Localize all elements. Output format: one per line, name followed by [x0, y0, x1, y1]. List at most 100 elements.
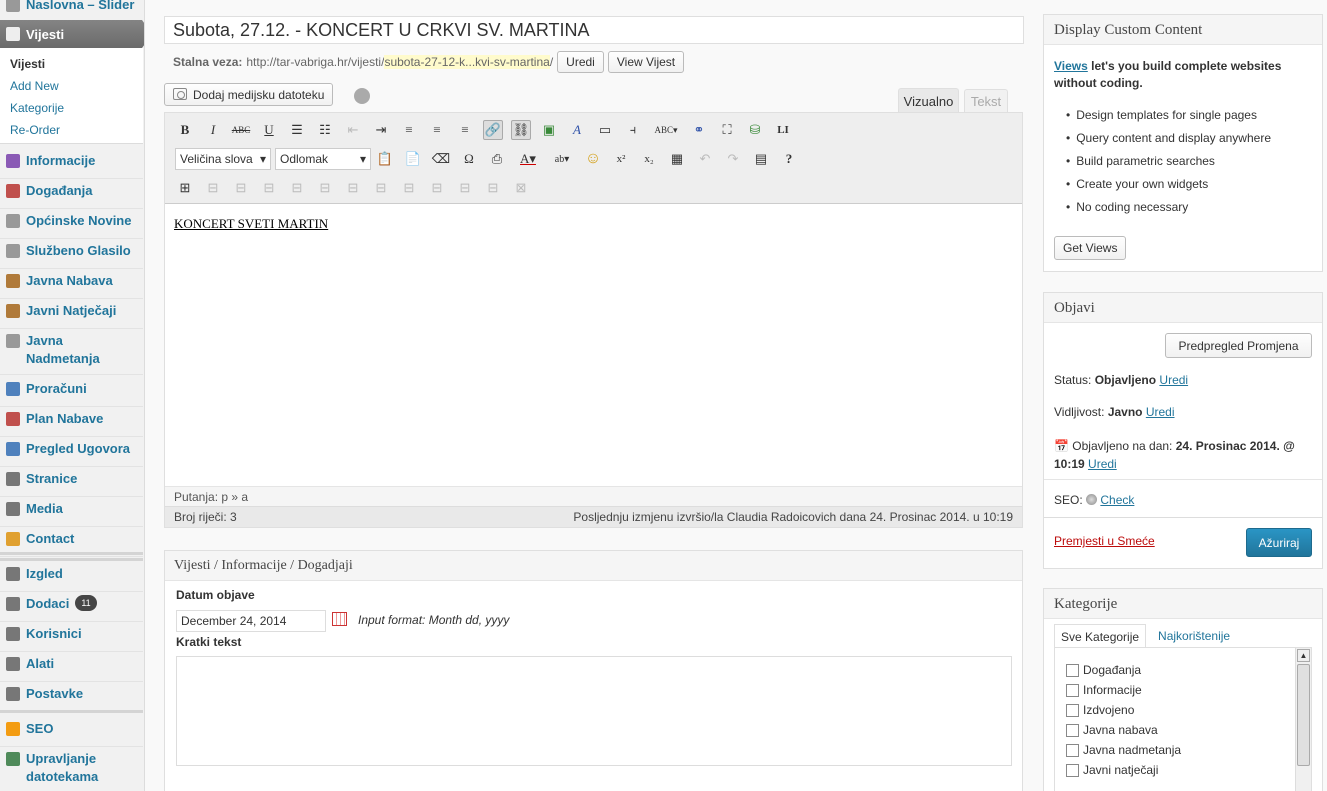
- edit-visibility-link[interactable]: Uredi: [1146, 405, 1175, 419]
- menu-item-naslovna-slider[interactable]: Naslovna – Slider: [0, 0, 143, 14]
- category-item[interactable]: Izdvojeno: [1066, 703, 1134, 717]
- tab-all-categories[interactable]: Sve Kategorije: [1054, 624, 1147, 648]
- submenu-item-add-new[interactable]: Add New: [10, 79, 59, 93]
- checkbox[interactable]: [1066, 683, 1079, 697]
- database-icon[interactable]: ⛁: [745, 120, 765, 140]
- delete-col-icon[interactable]: ⊟: [427, 178, 447, 198]
- font-size-select[interactable]: Veličina slova ▾: [175, 148, 271, 170]
- superscript-icon[interactable]: x²: [611, 149, 631, 169]
- menu-item-plan-nabave[interactable]: Plan Nabave: [0, 410, 143, 428]
- paste-text-icon[interactable]: 📋: [375, 149, 395, 169]
- delete-row-icon[interactable]: ⊟: [343, 178, 363, 198]
- highlight-icon[interactable]: ab▾: [549, 149, 575, 169]
- scrollbar-thumb[interactable]: [1297, 664, 1310, 766]
- menu-item-dodaci[interactable]: Dodaci 11: [0, 595, 143, 613]
- toolbar-toggle-icon[interactable]: ▤: [751, 149, 771, 169]
- cell-props-icon[interactable]: ⊟: [259, 178, 279, 198]
- col-before-icon[interactable]: ⊟: [371, 178, 391, 198]
- align-center-icon[interactable]: ≡: [427, 120, 447, 140]
- bullet-list-icon[interactable]: ☰: [287, 120, 307, 140]
- get-views-button[interactable]: Get Views: [1054, 236, 1127, 260]
- short-text-textarea[interactable]: [176, 656, 1012, 766]
- underline-icon[interactable]: U: [259, 120, 279, 140]
- edit-permalink-button[interactable]: Uredi: [557, 51, 604, 73]
- image-icon[interactable]: ▣: [539, 120, 559, 140]
- dcc-title[interactable]: Display Custom Content: [1044, 15, 1322, 45]
- tab-visual[interactable]: Vizualno: [898, 88, 959, 113]
- category-item[interactable]: Javni natječaji: [1066, 763, 1158, 777]
- row-after-icon[interactable]: ⊟: [315, 178, 335, 198]
- menu-item-postavke[interactable]: Postavke: [0, 685, 143, 703]
- categories-title[interactable]: Kategorije: [1044, 589, 1322, 619]
- add-media-button[interactable]: Dodaj medijsku datoteku: [164, 83, 334, 106]
- custom-fields-title[interactable]: Vijesti / Informacije / Dogadjaji: [165, 551, 1022, 581]
- hr-icon[interactable]: ▭: [595, 120, 615, 140]
- edit-status-link[interactable]: Uredi: [1159, 373, 1188, 387]
- emoticon-icon[interactable]: ☺: [583, 149, 603, 169]
- publish-title[interactable]: Objavi: [1044, 293, 1322, 323]
- category-item[interactable]: Informacije: [1066, 683, 1142, 697]
- row-props-icon[interactable]: ⊟: [231, 178, 251, 198]
- paste-word-icon[interactable]: 📄: [403, 149, 423, 169]
- table-props-icon[interactable]: ⊟: [203, 178, 223, 198]
- delete-table-icon[interactable]: ⊠: [511, 178, 531, 198]
- link-icon[interactable]: 🔗: [483, 120, 503, 140]
- checkbox[interactable]: [1066, 743, 1079, 757]
- move-to-trash-link[interactable]: Premjesti u Smeće: [1054, 534, 1155, 548]
- submenu-item-kategorije[interactable]: Kategorije: [10, 101, 64, 115]
- text-color-icon[interactable]: A▾: [515, 149, 541, 169]
- update-button[interactable]: Ažuriraj: [1246, 528, 1312, 557]
- menu-item-općinske-novine[interactable]: Općinske Novine: [0, 212, 143, 230]
- media-embed-icon[interactable]: ▦: [667, 149, 687, 169]
- menu-item-vijesti[interactable]: Vijesti: [0, 20, 144, 48]
- menu-item-upravljanje-datotekama[interactable]: Upravljanje datotekama: [0, 750, 143, 786]
- format-select[interactable]: Odlomak ▾: [275, 148, 371, 170]
- numbered-list-icon[interactable]: ☷: [315, 120, 335, 140]
- views-link[interactable]: Views: [1054, 59, 1088, 73]
- outdent-icon[interactable]: ⇤: [343, 120, 363, 140]
- print-icon[interactable]: ⎙: [487, 149, 507, 169]
- date-input[interactable]: December 24, 2014: [176, 610, 326, 632]
- menu-item-proračuni[interactable]: Proračuni: [0, 380, 143, 398]
- menu-item-javna-nabava[interactable]: Javna Nabava: [0, 272, 143, 290]
- menu-item-službeno-glasilo[interactable]: Službeno Glasilo: [0, 242, 143, 260]
- col-after-icon[interactable]: ⊟: [399, 178, 419, 198]
- editor-content-link[interactable]: KONCERT SVETI MARTIN: [174, 216, 328, 232]
- align-right-icon[interactable]: ≡: [455, 120, 475, 140]
- checkbox[interactable]: [1066, 663, 1079, 677]
- menu-item-stranice[interactable]: Stranice: [0, 470, 143, 488]
- checkbox[interactable]: [1066, 703, 1079, 717]
- merge-cells-icon[interactable]: ⊟: [483, 178, 503, 198]
- spellcheck-icon[interactable]: ABC▾: [651, 120, 681, 140]
- page-break-icon[interactable]: ⫞: [623, 120, 643, 140]
- menu-item-pregled-ugovora[interactable]: Pregled Ugovora: [0, 440, 143, 458]
- menu-item-contact[interactable]: Contact: [0, 530, 143, 548]
- permalink-slug[interactable]: subota-27-12-k...kvi-sv-martina: [384, 55, 550, 69]
- menu-item-događanja[interactable]: Događanja: [0, 182, 143, 200]
- seo-check-link[interactable]: Check: [1100, 493, 1134, 507]
- style-icon[interactable]: A: [567, 120, 587, 140]
- menu-item-informacije[interactable]: Informacije: [0, 152, 143, 170]
- redo-icon[interactable]: ↷: [723, 149, 743, 169]
- checkbox[interactable]: [1066, 763, 1079, 777]
- view-post-button[interactable]: View Vijest: [607, 51, 685, 73]
- unlink-icon[interactable]: ⛓: [511, 120, 531, 140]
- row-before-icon[interactable]: ⊟: [287, 178, 307, 198]
- menu-item-izgled[interactable]: Izgled: [0, 565, 143, 583]
- menu-item-javni-natječaji[interactable]: Javni Natječaji: [0, 302, 143, 320]
- strikethrough-icon[interactable]: ABC: [231, 120, 251, 140]
- help-icon[interactable]: ?: [779, 149, 799, 169]
- tab-text[interactable]: Tekst: [964, 89, 1008, 113]
- table-insert-icon[interactable]: ⊞: [175, 178, 195, 198]
- preview-changes-button[interactable]: Predpregled Promjena: [1165, 333, 1312, 358]
- fullscreen-icon[interactable]: ⛶: [717, 120, 737, 140]
- menu-item-seo[interactable]: SEO: [0, 720, 143, 738]
- split-cells-icon[interactable]: ⊟: [455, 178, 475, 198]
- edit-date-link[interactable]: Uredi: [1088, 457, 1117, 471]
- categories-scrollbar[interactable]: ▲: [1295, 648, 1311, 791]
- subscript-icon[interactable]: x₂: [639, 149, 659, 169]
- category-item[interactable]: Javna nadmetanja: [1066, 743, 1181, 757]
- omega-icon[interactable]: Ω: [459, 149, 479, 169]
- plugin-icon[interactable]: [354, 88, 370, 104]
- eraser-icon[interactable]: ⌫: [431, 149, 451, 169]
